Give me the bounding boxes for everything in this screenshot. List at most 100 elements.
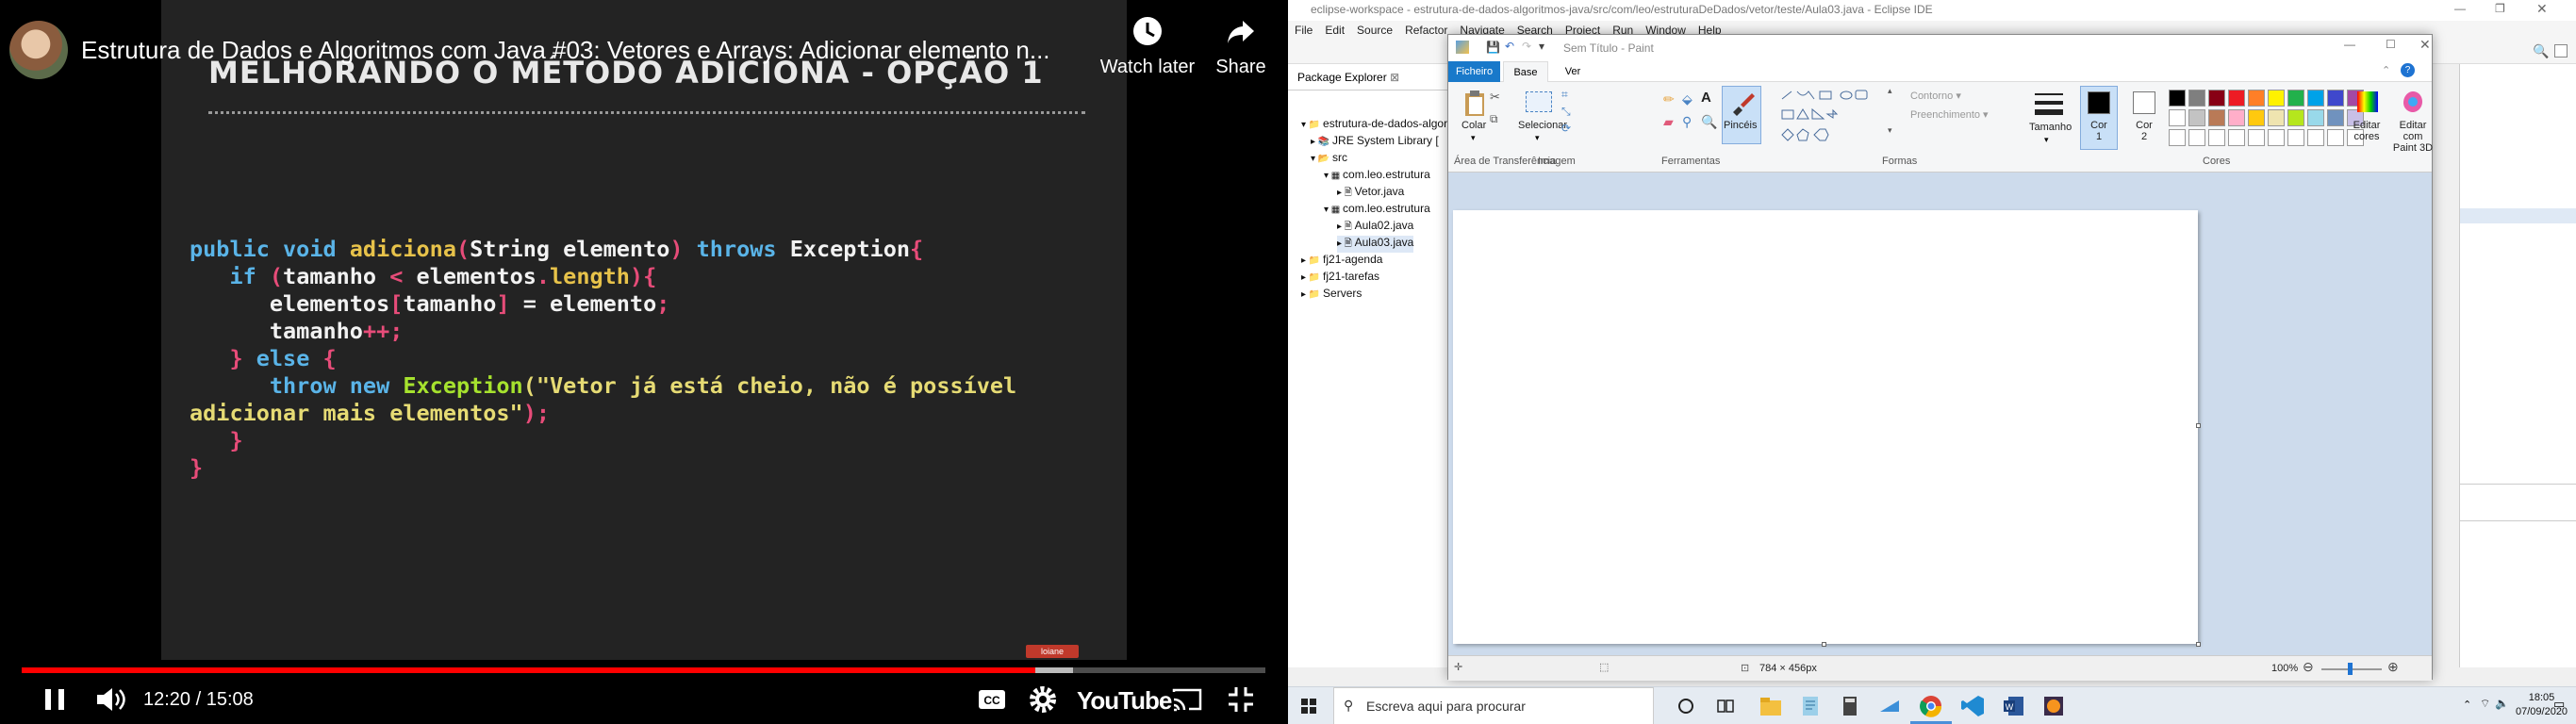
tree-item[interactable]: ▾ ▦ com.leo.estrutura — [1324, 168, 1430, 181]
notepad-icon[interactable] — [1797, 693, 1824, 719]
resize-icon[interactable]: ⤡ — [1561, 105, 1571, 119]
search-icon[interactable]: 🔍 — [2533, 43, 2549, 59]
palette-swatch[interactable] — [2268, 109, 2285, 126]
menu-item-source[interactable]: Source — [1350, 21, 1398, 37]
tree-item[interactable]: ▸ 📁 Servers — [1301, 287, 1362, 300]
paint-close-icon[interactable]: ✕ — [2419, 37, 2431, 53]
menu-item-file[interactable]: File — [1288, 21, 1318, 37]
shapes-gallery[interactable] — [1778, 88, 1882, 150]
palette-swatch[interactable] — [2208, 90, 2225, 107]
palette-swatch[interactable] — [2327, 129, 2344, 146]
palette-swatch[interactable] — [2287, 90, 2304, 107]
tree-item[interactable]: ▾ 📁 estrutura-de-dados-algori — [1301, 117, 1450, 130]
close-icon[interactable]: ✕ — [2536, 1, 2548, 17]
color2-swatch[interactable] — [2133, 91, 2155, 114]
tab-base[interactable]: Base — [1503, 61, 1548, 83]
taskbar-search-input[interactable]: ⚲ Escreva aqui para procurar — [1333, 687, 1654, 724]
calculator-icon[interactable] — [1837, 693, 1863, 719]
cut-icon[interactable]: ✂ — [1490, 90, 1500, 105]
palette-swatch[interactable] — [2327, 90, 2344, 107]
palette-swatch[interactable] — [2248, 90, 2265, 107]
select-dropdown-icon[interactable]: ▾ — [1535, 133, 1540, 143]
fill-shape-button[interactable]: Preenchimento ▾ — [1910, 108, 1989, 121]
palette-swatch[interactable] — [2228, 90, 2245, 107]
color-picker-icon[interactable]: ⚲ — [1682, 114, 1692, 130]
size-dropdown-icon[interactable]: ▾ — [2044, 135, 2049, 145]
file-explorer-icon[interactable] — [1758, 693, 1784, 719]
paint-maximize-icon[interactable]: ☐ — [2386, 38, 2396, 51]
tray-expand-icon[interactable]: ⌃ — [2463, 699, 2471, 711]
edit-colors-label[interactable]: Editar cores — [2352, 120, 2382, 142]
shapes-more-icon[interactable]: ▾ — [1888, 125, 1892, 136]
watch-later-button[interactable]: Watch later — [1098, 15, 1197, 78]
palette-swatch[interactable] — [2268, 129, 2285, 146]
tree-item[interactable]: ▸ 🗎 Aula02.java — [1337, 219, 1413, 236]
palette-swatch[interactable] — [2307, 90, 2324, 107]
tree-item[interactable]: ▾ ▦ com.leo.estrutura — [1324, 202, 1430, 215]
palette-swatch[interactable] — [2169, 129, 2186, 146]
ribbon-collapse-icon[interactable]: ⌃ — [2382, 64, 2390, 76]
outline-button[interactable]: Contorno ▾ — [1910, 90, 1961, 102]
select-label[interactable]: Selecionar — [1518, 120, 1567, 131]
redo-icon[interactable]: ↷ — [1522, 40, 1531, 53]
eclipse-icon[interactable] — [2040, 693, 2067, 719]
tree-item[interactable]: ▸ 🗎 Aula03.java — [1337, 236, 1414, 253]
exit-fullscreen-icon[interactable] — [1226, 684, 1256, 715]
task-view-icon[interactable] — [1712, 693, 1739, 719]
palette-swatch[interactable] — [2169, 109, 2186, 126]
drawing-canvas[interactable] — [1453, 210, 2201, 647]
help-icon[interactable]: ? — [2401, 63, 2415, 77]
rotate-icon[interactable]: ⟳ — [1561, 122, 1571, 135]
package-explorer-tab[interactable]: Package Explorer ⊠ — [1288, 64, 1447, 90]
pencil-icon[interactable]: ✏ — [1663, 91, 1675, 107]
youtube-logo[interactable]: YouTube — [1077, 686, 1172, 716]
palette-swatch[interactable] — [2188, 109, 2205, 126]
palette-swatch[interactable] — [2228, 109, 2245, 126]
palette-swatch[interactable] — [2287, 109, 2304, 126]
video-player[interactable]: MELHORANDO O MÉTODO ADICIONA - OPÇÃO 1 p… — [0, 0, 1288, 724]
word-icon[interactable]: W — [2001, 693, 2027, 719]
video-title[interactable]: Estrutura de Dados e Algoritmos com Java… — [81, 36, 1085, 65]
paste-label[interactable]: Colar — [1461, 120, 1486, 131]
tree-item[interactable]: ▸ 📁 fj21-agenda — [1301, 253, 1382, 266]
snipping-tool-icon[interactable] — [1876, 693, 1903, 719]
maximize-icon[interactable]: ❐ — [2495, 2, 2505, 15]
tree-item[interactable]: ▸ 📁 fj21-tarefas — [1301, 270, 1379, 283]
undo-icon[interactable]: ↶ — [1505, 40, 1514, 53]
windows-start-icon[interactable] — [1301, 699, 1316, 714]
crop-icon[interactable]: ⌗ — [1561, 88, 1568, 102]
eraser-icon[interactable]: ▰ — [1663, 114, 1674, 130]
palette-swatch[interactable] — [2188, 90, 2205, 107]
captions-icon[interactable]: CC — [977, 684, 1007, 715]
save-icon[interactable]: 💾 — [1486, 41, 1500, 54]
tree-item[interactable]: ▸ 🗎 Vetor.java — [1337, 185, 1404, 202]
resize-handle-bottom[interactable] — [1822, 642, 1826, 647]
channel-avatar[interactable] — [9, 21, 68, 79]
cortana-icon[interactable] — [1673, 693, 1699, 719]
edit-paint3d-label[interactable]: Editar com Paint 3D — [2391, 120, 2435, 154]
progress-bar[interactable] — [22, 667, 1265, 673]
tab-ficheiro[interactable]: Ficheiro — [1448, 61, 1500, 82]
volume-tray-icon[interactable]: 🔈 — [2495, 697, 2509, 710]
palette-swatch[interactable] — [2248, 109, 2265, 126]
notification-icon[interactable]: ▭ — [2553, 697, 2565, 712]
menu-item-edit[interactable]: Edit — [1318, 21, 1350, 37]
share-button[interactable]: Share — [1210, 15, 1272, 78]
copy-icon[interactable]: ⧉ — [1490, 112, 1498, 126]
volume-icon[interactable] — [94, 684, 126, 715]
palette-swatch[interactable] — [2287, 129, 2304, 146]
network-icon[interactable]: ⌔ — [2480, 697, 2490, 711]
tab-ver[interactable]: Ver — [1554, 61, 1592, 82]
resize-handle-right[interactable] — [2196, 423, 2201, 428]
palette-swatch[interactable] — [2307, 109, 2324, 126]
settings-gear-icon[interactable] — [1028, 684, 1058, 715]
palette-swatch[interactable] — [2307, 129, 2324, 146]
color2-label[interactable]: Cor 2 — [2133, 120, 2155, 142]
size-icon[interactable] — [2033, 90, 2065, 118]
palette-swatch[interactable] — [2208, 109, 2225, 126]
paint-minimize-icon[interactable]: — — [2344, 38, 2355, 51]
chrome-icon[interactable] — [1918, 693, 1944, 719]
palette-swatch[interactable] — [2169, 90, 2186, 107]
pause-icon[interactable] — [40, 684, 70, 715]
palette-swatch[interactable] — [2327, 109, 2344, 126]
